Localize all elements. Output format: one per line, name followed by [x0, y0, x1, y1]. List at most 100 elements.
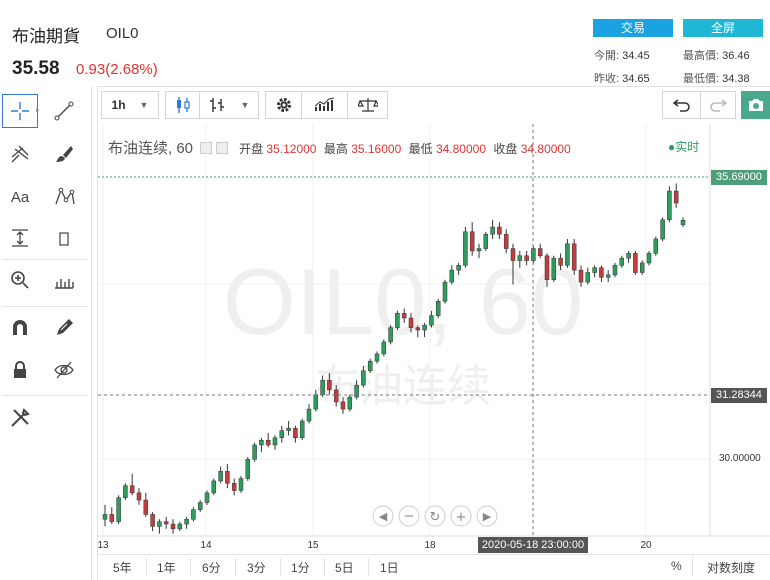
candle	[571, 238, 577, 275]
candle	[551, 255, 557, 283]
bottom-divider	[146, 558, 147, 576]
candle-body	[340, 401, 346, 410]
candlestick-button[interactable]	[165, 91, 199, 119]
interval-select[interactable]: 1h ▼	[101, 91, 159, 119]
compare-button[interactable]	[347, 91, 388, 119]
remove-drawings-tool[interactable]	[0, 401, 40, 435]
candle-body	[667, 190, 672, 221]
candle	[565, 238, 570, 268]
bottom-divider	[235, 558, 236, 576]
candle-body	[347, 396, 353, 410]
candle-body	[150, 514, 155, 527]
time-tick-label: 20	[640, 540, 652, 551]
percent-toggle[interactable]: %	[671, 559, 682, 573]
magnet-tool[interactable]	[0, 311, 40, 345]
candle-body	[456, 265, 461, 271]
toolbar-divider	[2, 259, 88, 260]
range-button[interactable]: 3分	[247, 559, 266, 576]
candle	[299, 418, 305, 441]
instrument-title: 布油期貨	[12, 27, 80, 46]
chart-nav-controls[interactable]: ◀ − ↻ + ▶	[372, 505, 498, 527]
range-button[interactable]: 1年	[157, 559, 176, 576]
legend-high-label: 最高	[323, 142, 348, 156]
pitchfork-tool[interactable]	[0, 137, 40, 171]
realtime-label: 实时	[675, 140, 700, 154]
candle-body	[592, 267, 597, 273]
crosshair-tool[interactable]	[2, 94, 38, 128]
candle-body	[646, 253, 652, 264]
stat-prev-close-value: 34.65	[622, 73, 650, 85]
candle	[646, 250, 652, 266]
range-button[interactable]: 5日	[335, 559, 354, 576]
range-button[interactable]: 1分	[291, 559, 310, 576]
bottom-divider	[280, 558, 281, 576]
eraser-tool[interactable]	[44, 221, 84, 255]
candle-body	[517, 255, 523, 261]
text-tool[interactable]: Aa	[0, 180, 40, 214]
measure-tool[interactable]	[0, 221, 40, 255]
candle	[293, 425, 298, 443]
candle-body	[435, 301, 441, 316]
candle-body	[116, 497, 121, 522]
trendline-tool[interactable]	[44, 94, 84, 128]
candle-body	[544, 255, 550, 280]
candle-body	[463, 231, 468, 266]
lock-tool[interactable]	[0, 353, 40, 387]
settings-icon[interactable]	[215, 142, 228, 154]
candle-body	[218, 471, 223, 482]
candle-body	[653, 238, 659, 254]
candle-body	[578, 269, 584, 283]
candle	[306, 404, 312, 424]
indicators-button[interactable]	[301, 91, 347, 119]
chart-type-button[interactable]: ▼	[199, 91, 259, 119]
chevron-right-icon[interactable]: ▸	[36, 106, 40, 114]
ruler-tool[interactable]	[44, 263, 84, 297]
redo-button[interactable]	[700, 91, 736, 119]
candle	[245, 456, 251, 481]
candle	[435, 298, 441, 319]
candle-body	[401, 312, 407, 319]
zoom-tool[interactable]	[0, 263, 40, 297]
legend-low-label: 最低	[408, 142, 433, 156]
undo-button[interactable]	[662, 91, 700, 119]
trade-button[interactable]: 交易	[593, 19, 673, 37]
range-button[interactable]: 6分	[202, 559, 221, 576]
candle	[265, 433, 271, 448]
candle	[585, 267, 591, 285]
pencil-icon	[57, 319, 73, 335]
stat-prev-close-label: 昨收:	[594, 73, 620, 85]
snapshot-button[interactable]	[741, 91, 770, 119]
range-button[interactable]: 1日	[380, 559, 399, 576]
candle	[211, 478, 217, 496]
range-button[interactable]: 5年	[113, 559, 132, 576]
candle	[483, 231, 489, 251]
redo-icon	[710, 99, 727, 112]
pattern-icon	[55, 187, 75, 205]
candle	[150, 512, 155, 532]
brush-tool[interactable]	[44, 137, 84, 171]
candle	[395, 310, 400, 330]
candle-body	[129, 485, 135, 494]
price-chart[interactable]: OIL0, 60 布油连续 131415181920 30.00000 ◀ − …	[98, 124, 770, 580]
settings-button[interactable]	[265, 91, 301, 119]
stay-drawing-tool[interactable]	[44, 311, 84, 345]
toolbar-divider	[2, 395, 88, 396]
trendline-icon	[54, 101, 74, 121]
candles-layer	[102, 183, 686, 534]
hide-drawings-tool[interactable]	[44, 353, 84, 387]
candle-body	[415, 327, 421, 331]
fullscreen-button[interactable]: 全屏	[683, 19, 763, 37]
time-tick-label: 14	[200, 540, 212, 551]
ruler-icon	[55, 279, 74, 289]
candle	[123, 483, 128, 501]
log-scale-toggle[interactable]: 对数刻度	[707, 559, 755, 576]
pattern-tool[interactable]	[44, 180, 84, 214]
current-price-label: 35.69000	[711, 170, 767, 185]
candle-body	[395, 312, 400, 328]
current-price: 35.58	[12, 58, 60, 79]
candle	[191, 507, 196, 522]
candle	[259, 437, 264, 453]
candle-body	[245, 459, 251, 479]
stat-high-value: 36.46	[722, 50, 750, 62]
eye-icon[interactable]	[200, 142, 213, 154]
